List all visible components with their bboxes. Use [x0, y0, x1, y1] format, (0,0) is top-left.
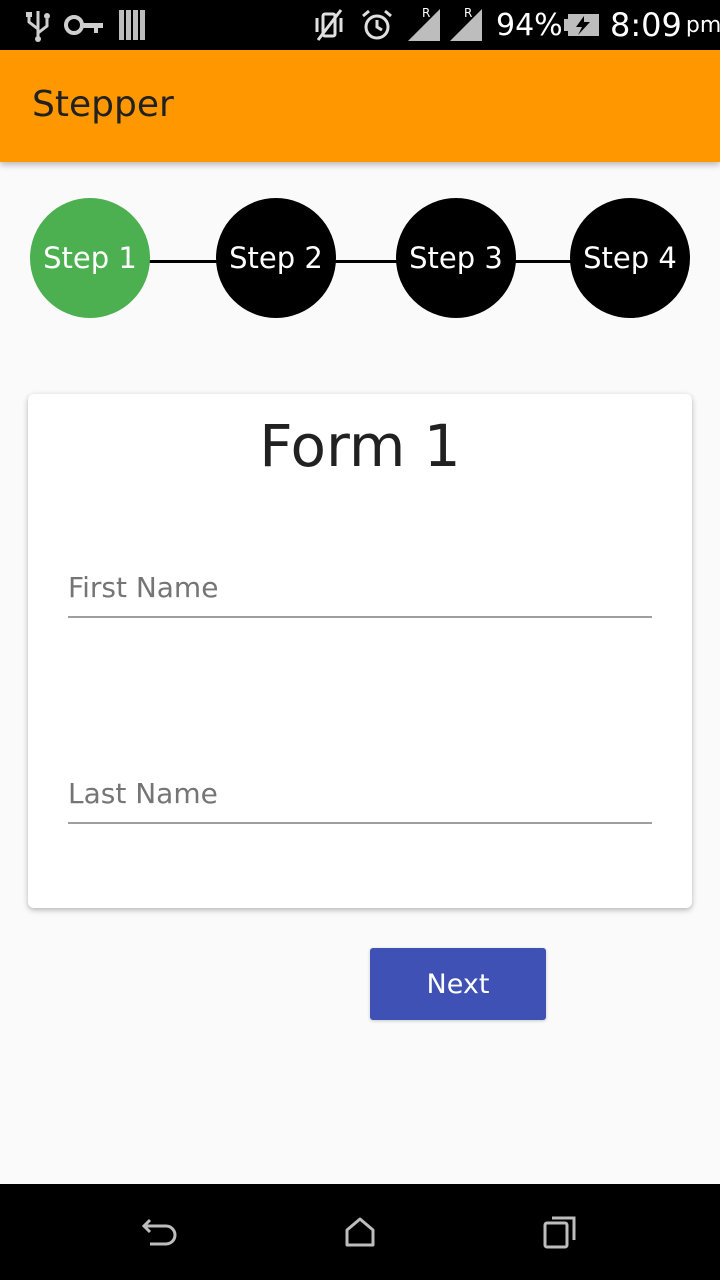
home-icon[interactable]	[336, 1208, 384, 1256]
step-label: Step 1	[43, 241, 137, 275]
stepper: Step 1 Step 2 Step 3 Step 4	[0, 198, 720, 320]
step-label: Step 4	[583, 241, 677, 275]
navigation-bar	[0, 1184, 720, 1280]
clock: 8:09 pm	[610, 0, 720, 50]
next-button[interactable]: Next	[370, 948, 546, 1020]
vibrate-off-icon	[314, 0, 344, 50]
step-label: Step 2	[229, 241, 323, 275]
clock-ampm: pm	[685, 12, 720, 38]
last-name-input[interactable]	[68, 764, 652, 822]
step-connector	[514, 260, 572, 263]
recents-icon[interactable]	[536, 1208, 584, 1256]
step-connector	[148, 260, 218, 263]
alarm-icon	[360, 0, 394, 50]
step-label: Step 3	[409, 241, 503, 275]
step-3[interactable]: Step 3	[396, 198, 516, 318]
svg-text:R: R	[464, 6, 472, 20]
svg-text:R: R	[422, 6, 430, 20]
clock-time: 8:09	[610, 6, 682, 44]
first-name-input[interactable]	[68, 558, 652, 616]
battery-percent: 94%	[496, 7, 563, 43]
signal-icon: R	[448, 0, 486, 50]
step-4[interactable]: Step 4	[570, 198, 690, 318]
form-card: Form 1	[28, 394, 692, 908]
app-bar: Stepper	[0, 50, 720, 162]
step-connector	[334, 260, 398, 263]
back-button[interactable]: Back	[200, 948, 326, 1020]
status-bar: R R 94% 8:09 pm	[0, 0, 720, 50]
app-title: Stepper	[32, 84, 174, 125]
last-name-field	[68, 764, 652, 824]
first-name-field	[68, 558, 652, 618]
signal-icon: R	[406, 0, 444, 50]
form-title: Form 1	[259, 412, 461, 480]
usb-icon	[24, 0, 52, 50]
step-1[interactable]: Step 1	[30, 198, 150, 318]
key-icon	[64, 0, 104, 50]
step-2[interactable]: Step 2	[216, 198, 336, 318]
back-icon[interactable]	[136, 1208, 184, 1256]
storage-icon	[118, 0, 146, 50]
battery-charging-icon	[564, 0, 600, 50]
